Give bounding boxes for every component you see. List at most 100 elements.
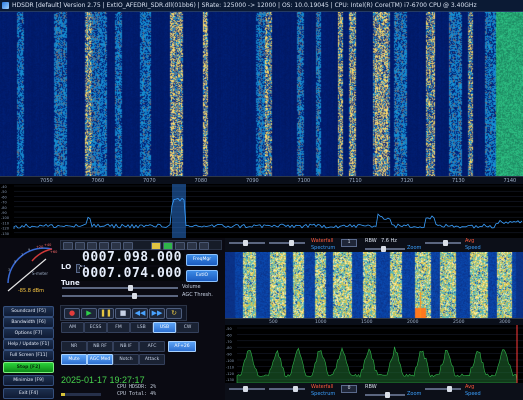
mode-lsb[interactable]: LSB [130, 322, 153, 333]
exit-button[interactable]: Exit [F4] [3, 388, 54, 399]
settings-icon[interactable] [199, 242, 209, 250]
memory-icon[interactable] [75, 242, 85, 250]
stop-playback-button[interactable]: ■ [115, 308, 131, 319]
agc-threshold-slider[interactable] [62, 293, 178, 299]
zoom-controls-top: Waterfall Spectrum 1 RBW 7.6 Hz Zoom Avg… [225, 238, 523, 252]
zoom-spec-brightness-slider[interactable] [269, 386, 305, 392]
pause-button[interactable]: ❚❚ [98, 308, 114, 319]
zoom-spec-select[interactable]: 0 [341, 385, 357, 393]
zoom-label-2: Zoom [407, 391, 422, 397]
toggle-nb-if[interactable]: NB IF [113, 341, 139, 352]
main-waterfall[interactable] [0, 12, 523, 176]
sync-icon[interactable] [123, 242, 133, 250]
play-button[interactable]: ▶ [81, 308, 97, 319]
mode-ecss[interactable]: ECSS [84, 322, 107, 333]
zoom-db-tick-label: -110 [226, 365, 234, 369]
db-tick-label: -110 [1, 221, 9, 225]
record-icon[interactable] [99, 242, 109, 250]
freqmgr-button[interactable]: FreqMgr [186, 254, 218, 266]
full-screen-button[interactable]: Full Screen [F11] [3, 350, 54, 361]
record-button[interactable]: ● [64, 308, 80, 319]
toggle-af-gain[interactable]: AF+26 [168, 341, 196, 352]
tune-passband[interactable] [172, 184, 186, 238]
band-icon[interactable] [87, 242, 97, 250]
volume-label: Volume [182, 284, 201, 290]
zoom-wf-select[interactable]: 1 [341, 239, 357, 247]
zoom-spectrum-label: Spectrum [311, 245, 336, 251]
cpu-total-readout: CPU Total: 4% [117, 391, 157, 397]
toggle-nr[interactable]: NR [61, 341, 87, 352]
mode-fm[interactable]: FM [107, 322, 130, 333]
soundcard-button[interactable]: Soundcard [F5] [3, 306, 54, 317]
help-update-button[interactable]: Help / Update [F1] [3, 339, 54, 350]
zoom-db-tick-label: -50 [226, 327, 232, 331]
mode-cw[interactable]: CW [176, 322, 199, 333]
window-title: HDSDR [default] Version 2.75 | ExtIO_AFE… [12, 2, 477, 9]
mode-am[interactable]: AM [61, 322, 84, 333]
db-tick-label: -70 [1, 201, 7, 205]
zoom-spectrum-trace [236, 346, 518, 383]
volume-slider[interactable] [62, 285, 178, 291]
tune-frequency-display[interactable]: 0007.074.000 [80, 267, 184, 281]
s-meter-tick: +20 [36, 245, 43, 249]
main-spectrum[interactable]: -40-50-60 -70-80-90-100-110 -120-130 [0, 184, 523, 238]
ham-icon[interactable] [111, 242, 121, 250]
zoom-waterfall[interactable] [225, 252, 523, 318]
zoom-controls-bottom: Waterfall Spectrum 0 RBW Zoom Avg Speed [225, 383, 523, 400]
zoom-db-tick-label: -80 [226, 346, 232, 350]
db-tick-label: -100 [1, 216, 9, 220]
zoom-spectrum[interactable]: -50 -60 -70 -80 -90 -100 -110 -120 -130 [225, 325, 523, 383]
zoom-spectrum-label-2: Spectrum [311, 391, 336, 397]
zoom-db-tick-label: -100 [226, 359, 234, 363]
lo-frequency-display[interactable]: 0007.098.000 [80, 251, 184, 265]
agc-threshold-knob[interactable] [132, 293, 137, 299]
db-tick-label: -90 [1, 211, 7, 215]
hdsdr-logo-icon [2, 2, 9, 9]
db-tick-label: -50 [1, 190, 7, 194]
forward-button[interactable]: ▶▶ [149, 308, 165, 319]
mode-icon[interactable] [63, 242, 73, 250]
toggle-notch[interactable]: Notch [113, 354, 139, 365]
zoom-speed-slider[interactable] [425, 386, 461, 392]
toggle-nb-rf[interactable]: NB RF [87, 341, 113, 352]
rbw-value: 7.6 Hz [381, 238, 397, 244]
s-meter-tick: +60 [50, 250, 57, 254]
db-tick-label: -130 [1, 232, 9, 236]
zoom-slider[interactable] [365, 246, 405, 252]
toggle-attack[interactable]: Attack [139, 354, 165, 365]
db-tick-label: -60 [1, 195, 7, 199]
stop-button[interactable]: Stop [F2] [3, 362, 54, 373]
zoom-label: Zoom [407, 245, 422, 251]
toggle-agc-med[interactable]: AGC Med [87, 354, 113, 365]
zoom-wf-brightness-slider[interactable] [269, 240, 305, 246]
toggle-mute[interactable]: Mute [61, 354, 87, 365]
spectrum-trace [13, 197, 523, 229]
zoom-wf-contrast-slider[interactable] [229, 240, 265, 246]
play-icon[interactable] [163, 242, 173, 250]
zoom-waterfall-label: Waterfall [311, 238, 334, 244]
loop-button[interactable]: ↻ [166, 308, 182, 319]
options-button[interactable]: Options [F7] [3, 328, 54, 339]
minimize-button[interactable]: Minimize [F9] [3, 375, 54, 386]
s-meter-tick: 9 [28, 248, 30, 252]
s-meter-tick: 3 [8, 268, 10, 272]
avg-label: Avg [465, 238, 475, 244]
bandwidth-button[interactable]: Bandwidth [F6] [3, 317, 54, 328]
zoom-gain-slider[interactable] [425, 240, 461, 246]
step-icon[interactable] [187, 242, 197, 250]
rewind-button[interactable]: ◀◀ [132, 308, 148, 319]
zoom-icon[interactable] [175, 242, 185, 250]
lo-toolbar [60, 240, 222, 250]
mode-usb[interactable]: USB [153, 322, 176, 333]
avg-label-2: Avg [465, 384, 475, 390]
s-meter-tick: 7 [21, 253, 23, 257]
toggle-afc[interactable]: AFC [139, 341, 165, 352]
volume-knob[interactable] [128, 285, 133, 291]
zoom-db-tick-label: -70 [226, 340, 232, 344]
extio-button[interactable]: ExtIO [186, 270, 218, 282]
transport-bar: ● ▶ ❚❚ ■ ◀◀ ▶▶ ↻ [60, 305, 187, 321]
lock-icon[interactable] [151, 242, 161, 250]
zoom-spec-contrast-slider[interactable] [229, 386, 265, 392]
s-meter-tick: 5 [14, 260, 16, 264]
zoom-slider-2[interactable] [365, 392, 405, 398]
